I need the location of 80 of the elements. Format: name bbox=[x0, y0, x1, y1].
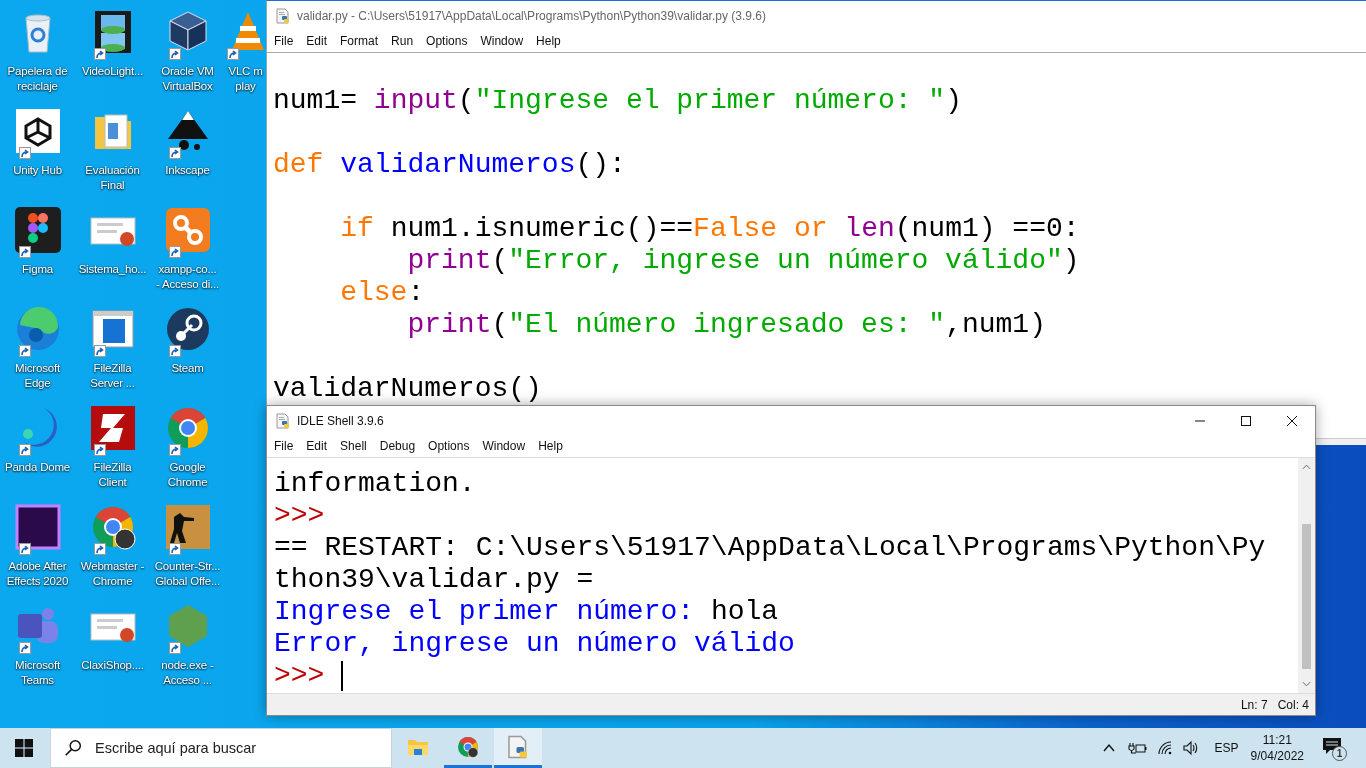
menu-item[interactable]: Shell bbox=[340, 439, 367, 453]
scroll-up-icon[interactable] bbox=[1302, 464, 1311, 470]
column-number: Col: 4 bbox=[1277, 697, 1309, 712]
shell-line: == RESTART: C:\Users\51917\AppData\Local\Programs\Python\Py bbox=[274, 532, 1266, 564]
clock-time[interactable]: 11:21 bbox=[1262, 732, 1292, 748]
icon-label[interactable]: Webmaster - Chrome bbox=[80, 559, 145, 589]
code-line: num1= input("Ingrese el primer número: ") bbox=[273, 85, 963, 117]
code-line: else: bbox=[339, 277, 426, 309]
line-number: Ln: 7 bbox=[1240, 697, 1268, 712]
window-title: IDLE Shell 3.9.6 bbox=[297, 413, 384, 428]
menu-item[interactable]: Options bbox=[426, 34, 468, 48]
battery-plug-icon[interactable] bbox=[1126, 740, 1147, 756]
icon-label[interactable]: Unity Hub bbox=[13, 163, 62, 178]
menu-item[interactable]: Debug bbox=[379, 439, 416, 453]
shell-line: >>> bbox=[274, 660, 326, 692]
menu-item[interactable]: File bbox=[274, 34, 294, 48]
icon-label[interactable]: Microsoft Edge bbox=[15, 361, 60, 391]
colored-circles-icon bbox=[13, 206, 62, 254]
scroll-down-icon[interactable] bbox=[1302, 681, 1311, 687]
windows-logo-icon bbox=[15, 739, 33, 757]
menu-item[interactable]: Run bbox=[391, 34, 414, 48]
menu-item[interactable]: Help bbox=[536, 34, 561, 48]
code-line: validarNumeros() bbox=[273, 373, 543, 405]
python-file-icon bbox=[275, 412, 291, 429]
menu-item[interactable]: Window bbox=[482, 439, 526, 453]
icon-label[interactable]: VLC m play bbox=[228, 64, 263, 94]
wifi-icon[interactable] bbox=[1156, 740, 1173, 756]
icon-label[interactable]: Papelera de reciclaje bbox=[7, 64, 68, 94]
icon-label[interactable]: Microsoft Teams bbox=[15, 658, 60, 688]
menu-item[interactable]: Format bbox=[340, 34, 379, 48]
code-line: if num1.isnumeric()==False or len(num1) ==0: bbox=[339, 213, 1081, 245]
soldier-icon bbox=[163, 503, 212, 551]
icon-label[interactable]: xampp-co... - Acceso di... bbox=[155, 262, 219, 292]
notification-count: 1 bbox=[1332, 746, 1347, 761]
shell-line: thon39\validar.py = bbox=[274, 564, 594, 596]
menu-item[interactable]: File bbox=[274, 439, 294, 453]
icon-label[interactable]: Adobe After Effects 2020 bbox=[6, 559, 69, 589]
icon-label[interactable]: VideoLight... bbox=[81, 64, 144, 79]
python-file-icon bbox=[506, 734, 530, 759]
menu-item[interactable]: Help bbox=[538, 439, 563, 453]
icon-label[interactable]: Figma bbox=[22, 262, 53, 277]
icon-label[interactable]: Oracle VM VirtualBox bbox=[161, 64, 214, 94]
icon-label[interactable]: Counter-Str... Global Offe... bbox=[154, 559, 221, 589]
icon-label[interactable]: Inkscape bbox=[165, 163, 210, 178]
code-line: print("Error, ingrese un número válido") bbox=[406, 245, 1081, 277]
icon-label[interactable]: Steam bbox=[171, 361, 204, 376]
scrollbar[interactable] bbox=[1298, 458, 1315, 693]
shell-line: Ingrese el primer número: hola bbox=[274, 596, 779, 628]
icon-label[interactable]: Google Chrome bbox=[167, 460, 208, 490]
language-indicator[interactable]: ESP bbox=[1214, 741, 1239, 755]
icon-label[interactable]: Sistema_ho... bbox=[78, 262, 147, 277]
shell-line: Error, ingrese un número válido bbox=[274, 628, 795, 660]
clock-date[interactable]: 9/04/2022 bbox=[1250, 748, 1304, 764]
code-line: print("El número ingresado es: ",num1) bbox=[406, 309, 1047, 341]
search-field[interactable]: Escribe aquí para buscar bbox=[50, 728, 392, 768]
browser-profile-icon bbox=[456, 734, 480, 759]
code-line: def validarNumeros(): bbox=[273, 149, 627, 181]
icon-label[interactable]: FileZilla Server ... bbox=[90, 361, 135, 391]
search-icon bbox=[64, 739, 82, 757]
app-tile-icon bbox=[13, 503, 62, 551]
menu-item[interactable]: Window bbox=[480, 34, 524, 48]
menu-item[interactable]: Edit bbox=[306, 34, 328, 48]
rounded-square-icon bbox=[163, 206, 212, 254]
taskbar-app-button[interactable] bbox=[494, 728, 542, 768]
window-title: validar.py - C:\Users\51917\AppData\Local\Programs\Python\Python39\validar.py (3.9.6) bbox=[297, 8, 766, 23]
icon-label[interactable]: FileZilla Client bbox=[93, 460, 132, 490]
shell-line: information. bbox=[274, 468, 476, 500]
python-file-icon bbox=[275, 7, 291, 24]
menu-item[interactable]: Options bbox=[428, 439, 470, 453]
icon-label[interactable]: Evaluación Final bbox=[85, 163, 140, 193]
menu-item[interactable]: Edit bbox=[306, 439, 328, 453]
shell-line: >>> bbox=[274, 500, 325, 532]
icon-label[interactable]: Panda Dome bbox=[4, 460, 71, 475]
speaker-icon[interactable] bbox=[1182, 740, 1199, 756]
maximize-icon bbox=[1241, 415, 1251, 426]
icon-label[interactable]: ClaxiShop.... bbox=[81, 658, 144, 673]
lightning-square-icon bbox=[88, 404, 137, 452]
cube-outline-icon bbox=[13, 107, 62, 155]
close-icon bbox=[1287, 415, 1297, 426]
icon-label[interactable]: node.exe - Acceso ... bbox=[161, 658, 214, 688]
